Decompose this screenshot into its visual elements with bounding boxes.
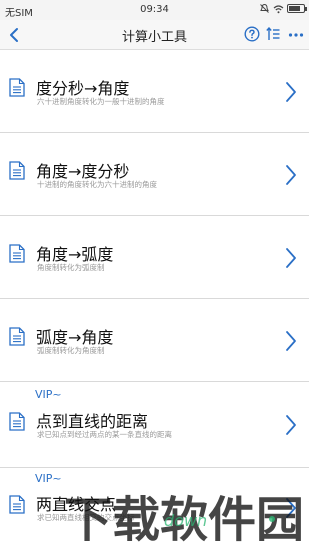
chevron-right-icon — [286, 331, 296, 351]
chevron-right-icon — [286, 165, 296, 185]
wifi-icon — [273, 4, 284, 13]
item-desc: 求已知两直线相交的交点坐标 — [37, 513, 135, 522]
document-icon — [9, 161, 25, 180]
item-desc: 弧度制转化为角度制 — [37, 346, 105, 355]
chevron-right-icon — [286, 248, 296, 268]
list-item[interactable]: 角度→弧度 角度制转化为弧度制 — [0, 216, 309, 299]
help-icon[interactable] — [244, 26, 260, 42]
list-item[interactable]: 弧度→角度 弧度制转化为角度制 — [0, 299, 309, 382]
battery-icon — [287, 4, 307, 13]
chevron-right-icon — [286, 82, 296, 102]
document-icon — [9, 327, 25, 346]
nav-bar: 计算小工具 — [0, 20, 309, 50]
document-icon — [9, 78, 25, 97]
list-item-vip[interactable]: VIP~ 点到直线的距离 求已知点到经过两点的某一条直线的距离 — [0, 382, 309, 468]
item-desc: 求已知点到经过两点的某一条直线的距离 — [37, 430, 172, 439]
item-desc: 六十进制角度转化为一般十进制的角度 — [37, 97, 165, 106]
chevron-right-icon — [286, 498, 296, 518]
tool-list: 度分秒→角度 六十进制角度转化为一般十进制的角度 角度→度分秒 十进制的角度转化… — [0, 58, 309, 548]
vip-badge: VIP~ — [35, 388, 62, 401]
item-desc: 十进制的角度转化为六十进制的角度 — [37, 180, 157, 189]
status-icons — [259, 3, 307, 14]
document-icon — [9, 244, 25, 263]
list-item[interactable]: 角度→度分秒 十进制的角度转化为六十进制的角度 — [0, 133, 309, 216]
list-item[interactable]: 度分秒→角度 六十进制角度转化为一般十进制的角度 — [0, 58, 309, 133]
silent-icon — [260, 3, 269, 13]
sort-icon[interactable] — [266, 27, 280, 41]
document-icon — [9, 412, 25, 431]
document-icon — [9, 495, 25, 514]
battery-fill — [289, 6, 300, 11]
item-desc: 角度制转化为弧度制 — [37, 263, 105, 272]
vip-badge: VIP~ — [35, 472, 62, 485]
list-item-vip[interactable]: VIP~ 两直线交点 求已知两直线相交的交点坐标 — [0, 468, 309, 548]
status-bar: 无SIM 09:34 — [0, 0, 309, 20]
page-title: 计算小工具 — [121, 30, 187, 45]
more-icon[interactable] — [288, 32, 304, 38]
chevron-right-icon — [286, 415, 296, 435]
